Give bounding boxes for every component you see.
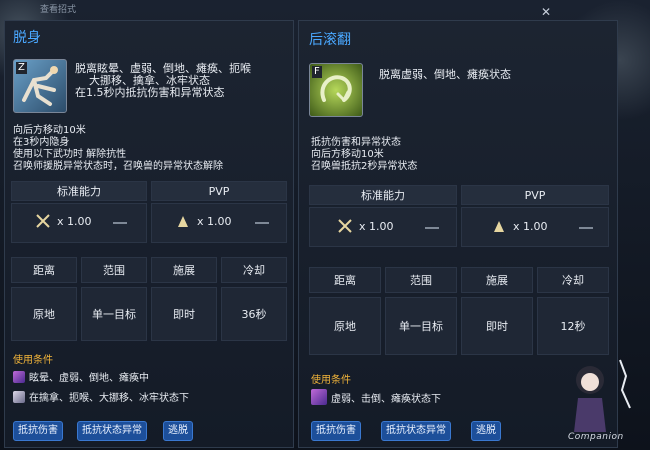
- area-label: 范围: [385, 267, 457, 293]
- crossed-swords-icon: [338, 219, 352, 233]
- tag-escape[interactable]: 逃脱: [163, 421, 193, 441]
- tag-resist-status[interactable]: 抵抗状态异常: [381, 421, 451, 441]
- cast-label: 施展: [151, 257, 217, 283]
- range-label: 距离: [309, 267, 381, 293]
- pvp-flag-icon: [178, 216, 188, 227]
- skill-description: 向后方移动10米 在3秒内隐身 使用以下武功时 解除抗性 召唤师援脱异常状态时，…: [13, 125, 223, 172]
- dash-separator: [113, 222, 127, 224]
- conditions-title: 使用条件: [311, 375, 351, 386]
- area-label: 范围: [81, 257, 147, 283]
- skill-effect-summary: 脱离眩晕、虚弱、倒地、瘫痪、扼喉 大挪移、擒拿、冰牢状态 在1.5秒内抵抗伤害和…: [75, 62, 251, 99]
- skill-panel-left: 脱身 Z 脱离眩晕、虚弱、倒地、瘫痪、扼喉 大挪移、擒拿、冰牢状态 在1.5秒内…: [4, 20, 294, 448]
- area-value: 单一目标: [81, 287, 147, 341]
- cast-value: 即时: [151, 287, 217, 341]
- standard-ability-header: 标准能力: [11, 181, 147, 201]
- window-title: 查看招式: [40, 5, 77, 15]
- pvp-multiplier: x 1.00: [175, 213, 232, 229]
- cast-label: 施展: [461, 267, 533, 293]
- area-value: 单一目标: [385, 297, 457, 355]
- pvp-header: PVP: [151, 181, 287, 201]
- skill-title: 后滚翻: [309, 32, 351, 48]
- crossed-swords-icon: [36, 214, 50, 228]
- status-debuff-icon: [311, 389, 327, 405]
- skill-effect-summary: 脱离虚弱、倒地、瘫痪状态: [379, 68, 511, 81]
- standard-ability-header: 标准能力: [309, 185, 457, 205]
- pvp-multiplier: x 1.00: [491, 218, 548, 234]
- grab-status-icon: [13, 390, 25, 403]
- skill-title: 脱身: [13, 30, 41, 46]
- skill-icon-escape[interactable]: Z: [13, 59, 67, 113]
- hotkey-badge: Z: [16, 62, 27, 74]
- status-debuff-icon: [13, 370, 25, 383]
- standard-multiplier: x 1.00: [35, 213, 92, 229]
- standard-multiplier: x 1.00: [337, 218, 394, 234]
- dash-separator: [255, 222, 269, 224]
- close-icon[interactable]: ✕: [540, 6, 552, 18]
- range-label: 距离: [11, 257, 77, 283]
- condition-line: 眩晕、虚弱、倒地、瘫痪中: [13, 369, 149, 384]
- cooldown-value: 36秒: [221, 287, 287, 341]
- pvp-flag-icon: [494, 221, 504, 232]
- condition-line: 在擒拿、扼喉、大挪移、冰牢状态下: [13, 389, 189, 404]
- tag-escape[interactable]: 逃脱: [471, 421, 501, 441]
- cooldown-label: 冷却: [221, 257, 287, 283]
- cooldown-label: 冷却: [537, 267, 609, 293]
- tag-resist-damage[interactable]: 抵抗伤害: [13, 421, 63, 441]
- tag-resist-damage[interactable]: 抵抗伤害: [311, 421, 361, 441]
- dash-separator: [579, 227, 593, 229]
- range-value: 原地: [11, 287, 77, 341]
- dash-separator: [425, 227, 439, 229]
- hotkey-badge: F: [312, 66, 322, 78]
- conditions-title: 使用条件: [13, 355, 53, 366]
- cast-value: 即时: [461, 297, 533, 355]
- skill-description: 抵抗伤害和异常状态 向后方移动10米 召唤兽抵抗2秒异常状态: [311, 137, 418, 172]
- tag-resist-status[interactable]: 抵抗状态异常: [77, 421, 147, 441]
- pvp-header: PVP: [461, 185, 609, 205]
- condition-line: 虚弱、击倒、瘫痪状态下: [311, 389, 441, 405]
- watermark-label: Companion: [568, 432, 624, 442]
- range-value: 原地: [309, 297, 381, 355]
- cooldown-value: 12秒: [537, 297, 609, 355]
- skill-icon-backroll[interactable]: F: [309, 63, 363, 117]
